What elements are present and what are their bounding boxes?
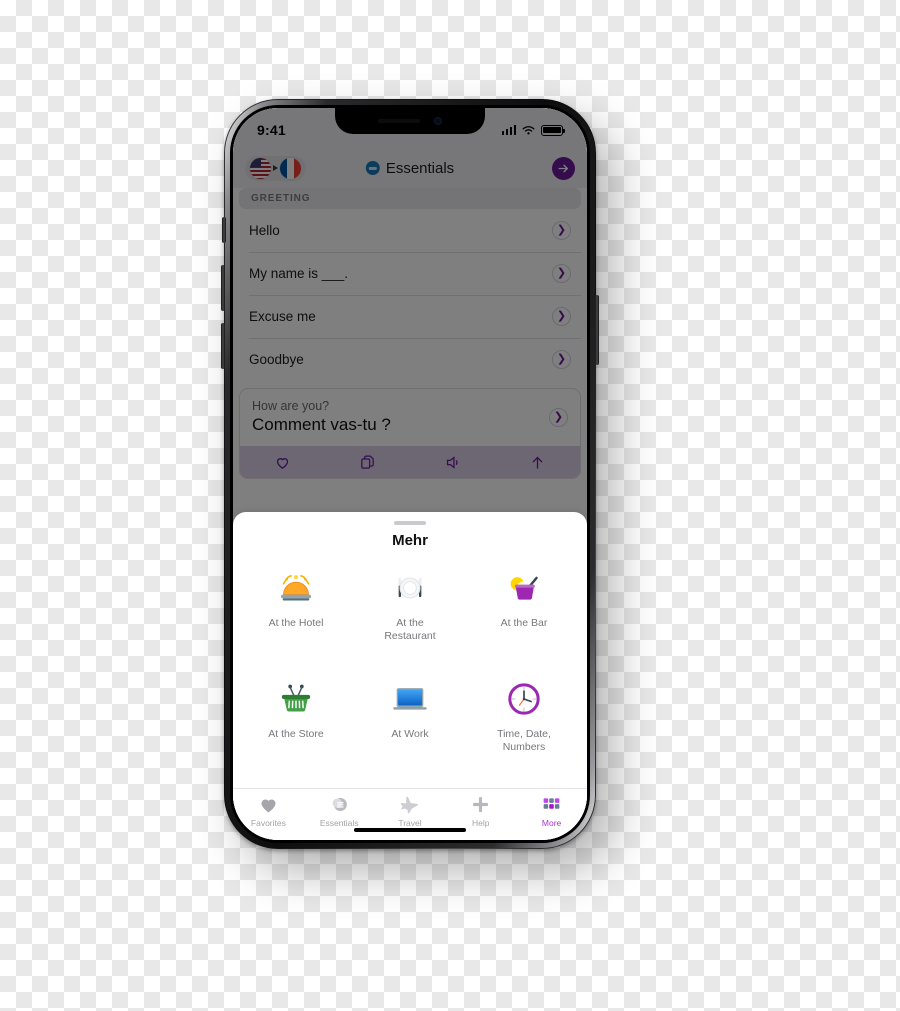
chevron-right-icon[interactable]: ❯ [552, 307, 571, 326]
chevron-right-icon[interactable]: ❯ [552, 264, 571, 283]
shopping-basket-icon [275, 678, 317, 720]
category-item-time[interactable]: Time, Date, Numbers [467, 672, 581, 784]
list-item[interactable]: Goodbye ❯ [239, 338, 581, 381]
category-label: Time, Date, Numbers [497, 728, 551, 754]
speaker-icon[interactable] [410, 454, 495, 471]
arrow-right-small-icon [273, 165, 278, 171]
category-item-work[interactable]: At Work [353, 672, 467, 784]
category-item-store[interactable]: At the Store [239, 672, 353, 784]
cocktail-icon [503, 567, 545, 609]
list-item-label: My name is ___. [249, 266, 349, 281]
category-item-bar[interactable]: At the Bar [467, 561, 581, 673]
hotel-bell-icon [275, 567, 317, 609]
essentials-circle-icon [365, 161, 380, 175]
laptop-icon [389, 678, 431, 720]
tab-favorites[interactable]: Favorites [233, 794, 304, 828]
tab-help[interactable]: Help [445, 794, 516, 828]
phrase-action-bar [240, 446, 580, 478]
expanded-phrase-card[interactable]: How are you? Comment vas-tu ? ❯ [239, 388, 581, 479]
category-label: At the Store [268, 728, 324, 741]
power-button[interactable] [595, 295, 599, 365]
tab-label: Travel [398, 818, 422, 828]
device-notch [335, 108, 485, 134]
list-circle-icon [332, 798, 347, 811]
expanded-phrase-body: How are you? Comment vas-tu ? ❯ [240, 389, 580, 446]
chevron-right-icon[interactable]: ❯ [549, 407, 568, 427]
category-label: At the Hotel [268, 616, 324, 629]
phone-frame: 9:41 Essentials GREETING Hello ❯ My name… [221, 99, 599, 849]
list-item-label: Hello [249, 223, 280, 238]
category-label: At the Restaurant [384, 616, 436, 642]
status-indicators [501, 124, 566, 136]
phone-bezel: 9:41 Essentials GREETING Hello ❯ My name… [230, 105, 590, 843]
volume-up-button[interactable] [221, 265, 225, 311]
category-label: At Work [391, 728, 429, 741]
heart-outline-icon[interactable] [240, 454, 325, 471]
tab-travel[interactable]: Travel [375, 794, 446, 828]
language-pair-selector[interactable] [245, 155, 306, 181]
home-indicator[interactable] [354, 827, 466, 832]
category-item-restaurant[interactable]: At the Restaurant [353, 561, 467, 673]
phrase-list: GREETING Hello ❯ My name is ___. ❯ Excus… [233, 188, 587, 479]
sheet-grabber[interactable] [394, 521, 426, 525]
tab-more[interactable]: More [516, 794, 587, 828]
category-item-hotel[interactable]: At the Hotel [239, 561, 353, 673]
us-flag-icon [250, 157, 271, 179]
category-grid: At the Hotel At the Restaurant At the Ba… [233, 549, 587, 789]
airplane-icon [401, 796, 419, 814]
list-item-label: Goodbye [249, 352, 304, 367]
volume-down-button[interactable] [221, 323, 225, 369]
page-title: Essentials [365, 159, 455, 177]
tab-bar: Favorites Essentials Travel Help More [233, 788, 587, 840]
copy-icon[interactable] [325, 454, 410, 471]
plus-icon [473, 797, 489, 812]
list-item[interactable]: My name is ___. ❯ [239, 252, 581, 295]
sheet-title: Mehr [392, 531, 428, 549]
list-item[interactable]: Hello ❯ [239, 209, 581, 252]
phone-screen: 9:41 Essentials GREETING Hello ❯ My name… [233, 108, 587, 840]
page-title-label: Essentials [385, 159, 455, 177]
chevron-right-icon[interactable]: ❯ [552, 221, 571, 240]
grid-icon [543, 798, 560, 809]
status-time: 9:41 [257, 122, 286, 138]
section-header: GREETING [239, 188, 581, 209]
arrow-right-circle-icon[interactable] [552, 156, 575, 180]
france-flag-icon [280, 157, 301, 179]
tab-label: More [541, 818, 562, 828]
share-up-icon[interactable] [495, 454, 580, 471]
more-bottom-sheet: Mehr At the Hotel At the Restaurant At t… [233, 512, 587, 840]
category-label: At the Bar [500, 616, 548, 629]
tab-essentials[interactable]: Essentials [304, 794, 375, 828]
list-item[interactable]: Excuse me ❯ [239, 295, 581, 338]
list-item-label: Excuse me [249, 309, 316, 324]
tab-label: Essentials [319, 818, 359, 828]
phrase-translated-text: Comment vas-tu ? [252, 415, 391, 434]
chevron-right-icon[interactable]: ❯ [552, 350, 571, 369]
phrase-source-text: How are you? [252, 399, 330, 413]
clock-icon [503, 678, 545, 720]
tab-label: Favorites [250, 818, 286, 828]
front-camera [434, 117, 442, 125]
navigation-bar: Essentials [233, 148, 587, 188]
wifi-icon [522, 125, 535, 135]
tab-label: Help [472, 818, 490, 828]
earpiece-speaker [378, 119, 420, 123]
plate-cutlery-icon [389, 567, 431, 609]
battery-full-icon [541, 124, 566, 136]
mute-switch[interactable] [222, 217, 226, 243]
cellular-bars-icon [501, 125, 516, 135]
heart-filled-icon [261, 799, 276, 813]
